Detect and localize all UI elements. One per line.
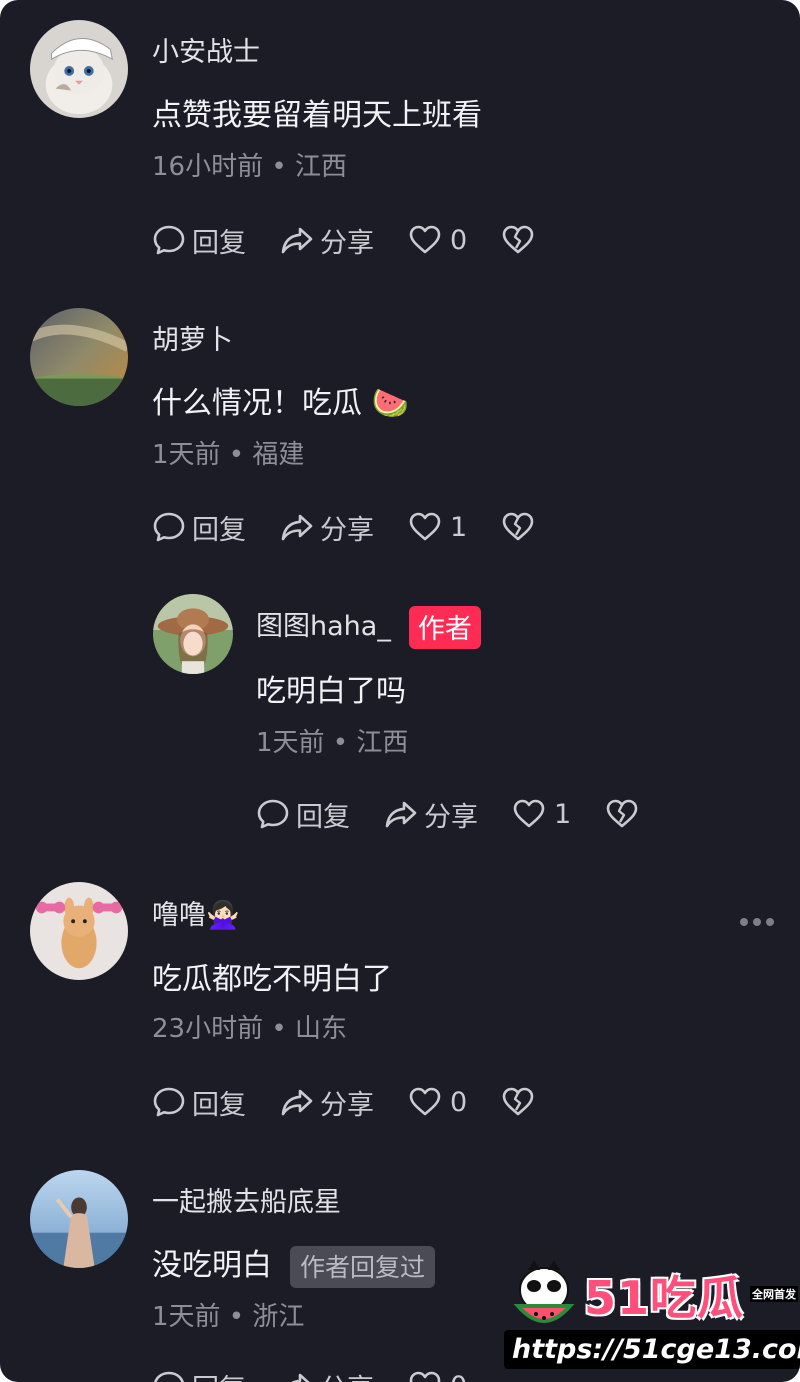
reply-label: 回复 (296, 801, 350, 833)
author-badge: 作者 (408, 606, 481, 649)
comment-username[interactable]: 一起搬去船底星 (152, 1180, 341, 1219)
more-dots-icon[interactable] (740, 918, 774, 926)
broken-heart-icon (606, 799, 638, 828)
share-arrow-icon (281, 227, 313, 254)
dislike-button[interactable] (605, 797, 639, 831)
watermark-brand: 51吃瓜 (584, 1271, 745, 1325)
comment-bubble-icon (154, 1371, 184, 1382)
avatar[interactable] (153, 594, 233, 674)
comment-text: 点赞我要留着明天上班看 (152, 98, 482, 133)
comment-meta: 16小时前 • 江西 (152, 152, 347, 182)
heart-icon (409, 512, 441, 541)
reply-label: 回复 (192, 1089, 246, 1121)
comment-bubble-icon (153, 225, 185, 255)
comment-meta: 1天前 • 福建 (152, 440, 305, 470)
comment-actions: 回复 分享 1 (152, 507, 569, 547)
comment-actions: 回复 分享 0 (152, 1082, 569, 1122)
comment-actions: 回复 分享 0 (152, 1366, 501, 1382)
share-label: 分享 (320, 227, 374, 259)
site-watermark: 51吃瓜 全网首发 https://51cge13.com (504, 1256, 800, 1376)
heart-icon (513, 799, 545, 828)
reply-label: 回复 (192, 227, 246, 259)
avatar[interactable] (30, 308, 128, 406)
like-count: 0 (450, 1371, 467, 1382)
like-count: 1 (450, 511, 468, 543)
comment-text: 吃瓜都吃不明白了 (152, 962, 392, 997)
comment-bubble-icon (153, 512, 185, 542)
comment-meta: 1天前 • 浙江 (152, 1302, 305, 1332)
comment-content-row: 没吃明白 作者回复过 (152, 1240, 436, 1288)
share-label: 分享 (320, 1089, 374, 1121)
comment-meta: 1天前 • 江西 (256, 728, 409, 758)
share-arrow-icon (385, 801, 417, 828)
watermark-url[interactable]: https://51cge13.com (504, 1330, 800, 1369)
like-count: 1 (554, 798, 572, 830)
share-label: 分享 (320, 1367, 374, 1382)
like-button[interactable]: 0 (408, 223, 467, 257)
reply-label: 回复 (192, 1367, 246, 1382)
watermark-tag: 全网首发 (750, 1286, 798, 1302)
share-label: 分享 (320, 514, 374, 546)
comment-username[interactable]: 胡萝卜 (152, 318, 233, 357)
comment-text: 什么情况！吃瓜 🍉 (152, 386, 409, 421)
like-button[interactable]: 1 (512, 797, 571, 831)
author-replied-badge: 作者回复过 (290, 1245, 436, 1288)
like-button[interactable]: 0 (408, 1085, 467, 1119)
comment-username[interactable]: 小安战士 (152, 30, 260, 69)
share-arrow-icon (281, 1089, 313, 1116)
reply-button[interactable]: 回复 (152, 1367, 246, 1382)
broken-heart-icon (502, 225, 534, 254)
like-button[interactable]: 1 (408, 510, 467, 544)
share-button[interactable]: 分享 (384, 795, 478, 834)
dislike-button[interactable] (501, 510, 535, 544)
comment-list-screen: 小安战士 点赞我要留着明天上班看 16小时前 • 江西 回复 分享 0 胡萝卜 … (0, 0, 800, 1382)
reply-label: 回复 (192, 514, 246, 546)
heart-icon (409, 225, 441, 254)
like-button[interactable]: 0 (408, 1369, 467, 1382)
comment-meta: 23小时前 • 山东 (152, 1014, 347, 1044)
dislike-button[interactable] (501, 223, 535, 257)
share-arrow-icon (291, 1373, 310, 1382)
reply-username-row: 图图haha_ 作者 (256, 604, 481, 649)
reply-button[interactable]: 回复 (152, 508, 246, 547)
comment-bubble-icon (153, 1087, 185, 1117)
like-count: 0 (450, 224, 468, 256)
comment-actions: 回复 分享 1 (256, 794, 673, 834)
comment-username[interactable]: 噜噜🙅🏻‍♀️ (152, 893, 240, 932)
share-button[interactable]: 分享 (280, 1367, 374, 1382)
comment-bubble-icon (257, 799, 289, 829)
reply-button[interactable]: 回复 (152, 221, 246, 260)
comment-actions: 回复 分享 0 (152, 220, 569, 260)
reply-button[interactable]: 回复 (152, 1083, 246, 1122)
comment-text: 吃明白了吗 (256, 674, 406, 709)
dislike-button[interactable] (501, 1085, 535, 1119)
share-arrow-icon (281, 514, 313, 541)
avatar[interactable] (30, 1170, 128, 1268)
share-button[interactable]: 分享 (280, 508, 374, 547)
avatar[interactable] (30, 882, 128, 980)
heart-icon (409, 1371, 441, 1382)
broken-heart-icon (502, 512, 534, 541)
share-button[interactable]: 分享 (280, 221, 374, 260)
comment-username[interactable]: 图图haha_ (256, 611, 391, 642)
share-button[interactable]: 分享 (280, 1083, 374, 1122)
reply-button[interactable]: 回复 (256, 795, 350, 834)
avatar[interactable] (30, 20, 128, 118)
share-label: 分享 (424, 801, 478, 833)
watermelon-mascot-icon (513, 1260, 575, 1323)
like-count: 0 (450, 1086, 468, 1118)
broken-heart-icon (502, 1087, 534, 1116)
heart-icon (409, 1087, 441, 1116)
comment-text: 没吃明白 (152, 1248, 272, 1283)
